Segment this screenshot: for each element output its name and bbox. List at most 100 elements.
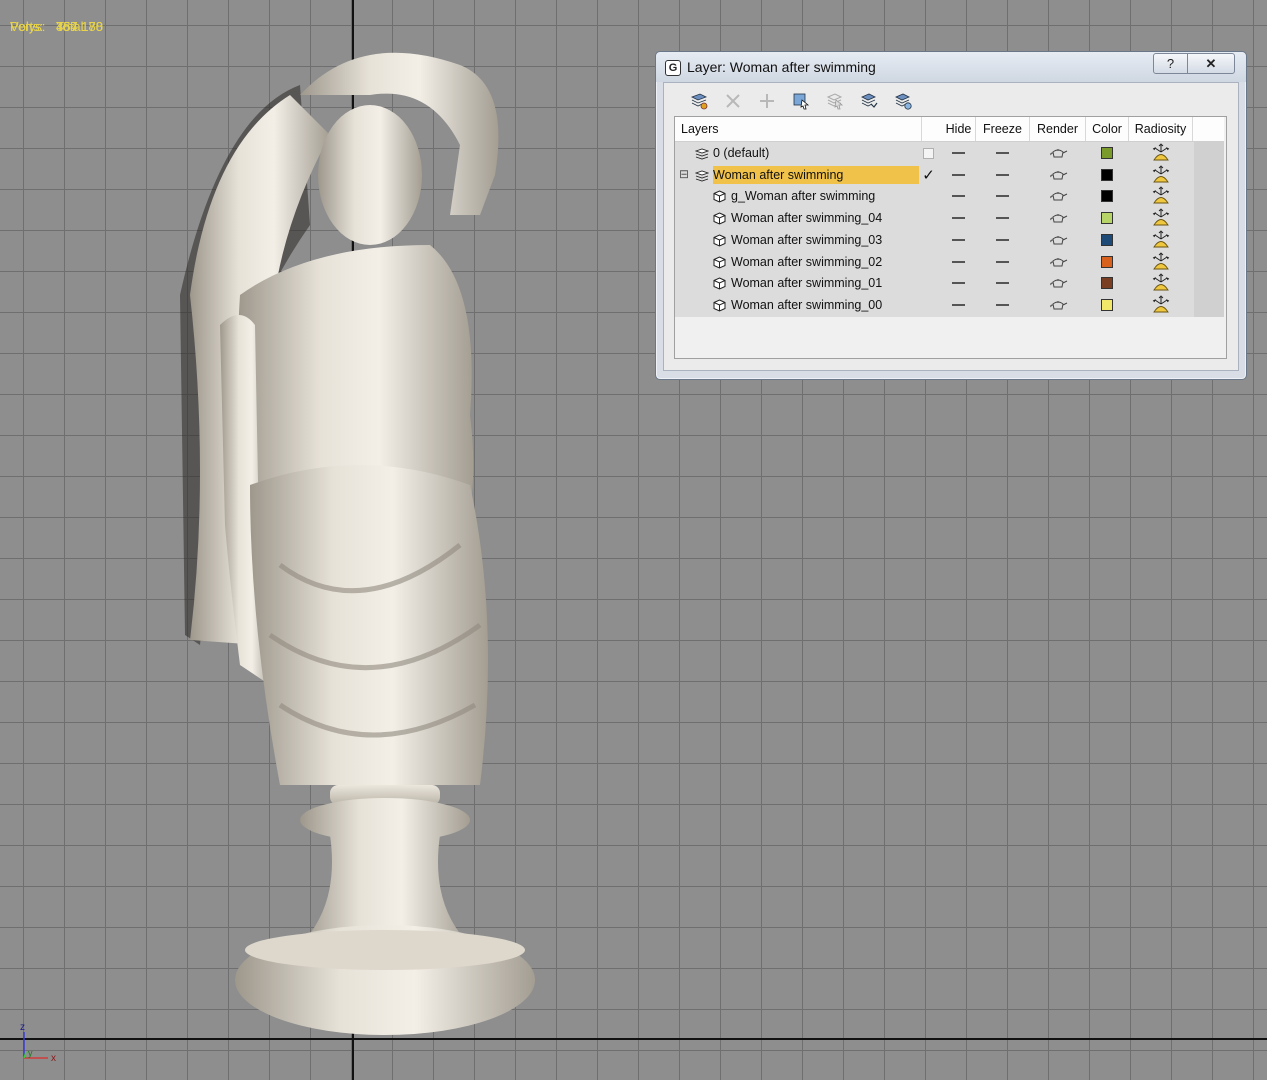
hide-toggle[interactable] <box>942 294 975 316</box>
add-to-layer-icon[interactable] <box>750 89 784 113</box>
layer-name[interactable]: Woman after swimming <box>713 165 919 184</box>
delete-layer-icon[interactable] <box>716 89 750 113</box>
select-layer-icon[interactable] <box>818 89 852 113</box>
radiosity-icon[interactable] <box>1129 229 1192 251</box>
radiosity-icon[interactable] <box>1129 185 1192 207</box>
column-freeze[interactable]: Freeze <box>976 117 1030 141</box>
current-layer-cell[interactable]: ✓ <box>916 164 941 186</box>
column-hide[interactable]: Hide <box>942 117 976 141</box>
render-teapot-icon[interactable] <box>1030 229 1085 251</box>
radiosity-icon[interactable] <box>1129 142 1192 164</box>
layer-row[interactable]: Woman after swimming_01 <box>675 272 1194 294</box>
hide-toggle[interactable] <box>942 251 975 273</box>
freeze-toggle[interactable] <box>976 164 1029 186</box>
layer-row[interactable]: Woman after swimming_03 <box>675 229 1194 251</box>
close-button[interactable]: ✕ <box>1187 53 1235 74</box>
layer-table: Layers Hide Freeze Render Color Radiosit… <box>674 116 1227 359</box>
color-swatch[interactable] <box>1086 207 1128 229</box>
layer-row[interactable]: 0 (default) <box>675 142 1194 164</box>
hide-toggle[interactable] <box>942 207 975 229</box>
current-layer-cell[interactable] <box>916 294 941 316</box>
hide-toggle[interactable] <box>942 142 975 164</box>
world-axis-horizontal <box>0 1038 1267 1040</box>
layer-name[interactable]: g_Woman after swimming <box>731 187 875 205</box>
stats-verts-label: Verts: <box>10 19 44 34</box>
freeze-toggle[interactable] <box>976 272 1029 294</box>
hide-toggle[interactable] <box>942 185 975 207</box>
freeze-all-icon[interactable] <box>886 89 920 113</box>
layer-dialog[interactable]: G Layer: Woman after swimming ? ✕ Layers… <box>655 51 1247 380</box>
expand-collapse-icon[interactable]: ⊟ <box>679 167 689 181</box>
object-icon <box>713 299 726 317</box>
current-layer-cell[interactable] <box>916 185 941 207</box>
checkmark-icon: ✓ <box>922 166 935 184</box>
dialog-titlebar[interactable]: G Layer: Woman after swimming ? ✕ <box>656 52 1246 82</box>
column-radiosity[interactable]: Radiosity <box>1129 117 1193 141</box>
layer-row[interactable]: Woman after swimming_04 <box>675 207 1194 229</box>
render-teapot-icon[interactable] <box>1030 272 1085 294</box>
hide-all-icon[interactable] <box>852 89 886 113</box>
color-swatch[interactable] <box>1086 272 1128 294</box>
stats-verts-value: 384 178 <box>56 19 103 34</box>
render-teapot-icon[interactable] <box>1030 164 1085 186</box>
color-swatch[interactable] <box>1086 229 1128 251</box>
layer-row[interactable]: ⊟ Woman after swimming ✓ <box>675 164 1194 186</box>
render-teapot-icon[interactable] <box>1030 251 1085 273</box>
current-layer-cell[interactable] <box>916 229 941 251</box>
color-swatch[interactable] <box>1086 294 1128 316</box>
layer-name[interactable]: Woman after swimming_00 <box>731 296 882 314</box>
current-layer-cell[interactable] <box>916 272 941 294</box>
radiosity-icon[interactable] <box>1129 164 1192 186</box>
column-layers[interactable]: Layers <box>675 117 922 141</box>
color-swatch[interactable] <box>1086 185 1128 207</box>
radiosity-icon[interactable] <box>1129 272 1192 294</box>
radiosity-icon[interactable] <box>1129 294 1192 316</box>
hide-toggle[interactable] <box>942 229 975 251</box>
current-layer-cell[interactable] <box>916 251 941 273</box>
layer-row[interactable]: Woman after swimming_02 <box>675 251 1194 273</box>
hide-toggle[interactable] <box>942 164 975 186</box>
freeze-toggle[interactable] <box>976 251 1029 273</box>
layer-row[interactable]: Woman after swimming_00 <box>675 294 1194 316</box>
render-teapot-icon[interactable] <box>1030 294 1085 316</box>
gizmo-y-label: y <box>28 1048 33 1058</box>
radiosity-icon[interactable] <box>1129 207 1192 229</box>
color-swatch[interactable] <box>1086 251 1128 273</box>
render-teapot-icon[interactable] <box>1030 185 1085 207</box>
dialog-title: Layer: Woman after swimming <box>687 59 876 75</box>
object-icon <box>713 212 726 230</box>
freeze-toggle[interactable] <box>976 142 1029 164</box>
dialog-body: Layers Hide Freeze Render Color Radiosit… <box>663 82 1239 371</box>
layer-name[interactable]: 0 (default) <box>713 144 769 162</box>
freeze-toggle[interactable] <box>976 185 1029 207</box>
color-swatch[interactable] <box>1086 164 1128 186</box>
layer-icon <box>694 169 710 187</box>
freeze-toggle[interactable] <box>976 294 1029 316</box>
render-teapot-icon[interactable] <box>1030 142 1085 164</box>
layer-name[interactable]: Woman after swimming_03 <box>731 231 882 249</box>
color-swatch[interactable] <box>1086 142 1128 164</box>
layer-name[interactable]: Woman after swimming_01 <box>731 274 882 292</box>
statue-model[interactable] <box>160 25 540 1035</box>
select-objects-icon[interactable] <box>784 89 818 113</box>
layer-name[interactable]: Woman after swimming_02 <box>731 253 882 271</box>
freeze-toggle[interactable] <box>976 207 1029 229</box>
column-render[interactable]: Render <box>1030 117 1086 141</box>
current-layer-cell[interactable] <box>916 207 941 229</box>
column-color[interactable]: Color <box>1086 117 1129 141</box>
help-button[interactable]: ? <box>1153 53 1188 74</box>
current-layer-checkbox[interactable] <box>923 147 934 159</box>
new-layer-icon[interactable] <box>682 89 716 113</box>
current-layer-cell[interactable] <box>916 142 941 164</box>
table-scroll-area[interactable] <box>1194 142 1224 317</box>
render-teapot-icon[interactable] <box>1030 207 1085 229</box>
app-logo-icon: G <box>665 60 681 76</box>
radiosity-icon[interactable] <box>1129 251 1192 273</box>
layer-name[interactable]: Woman after swimming_04 <box>731 209 882 227</box>
freeze-toggle[interactable] <box>976 229 1029 251</box>
layer-row[interactable]: g_Woman after swimming <box>675 185 1194 207</box>
hide-toggle[interactable] <box>942 272 975 294</box>
object-icon <box>713 234 726 252</box>
object-icon <box>713 190 726 208</box>
layer-icon <box>694 147 710 165</box>
